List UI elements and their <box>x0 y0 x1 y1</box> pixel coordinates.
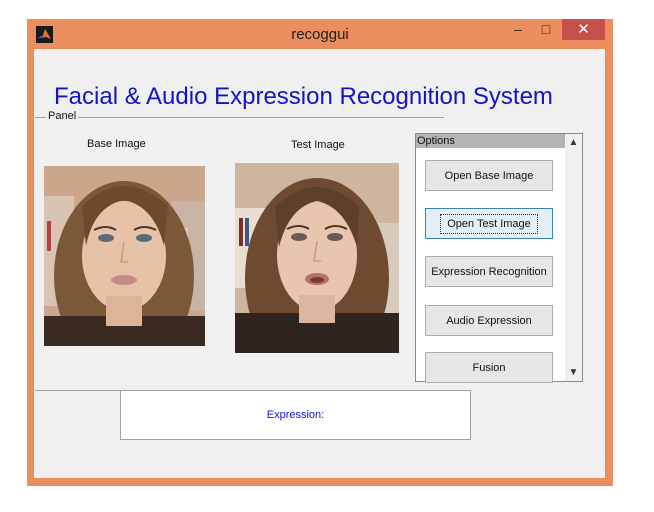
options-scrollbar[interactable]: ▲ ▼ <box>565 134 582 381</box>
options-title: Options <box>416 134 565 148</box>
open-test-image-label: Open Test Image <box>440 213 538 234</box>
title-bar[interactable]: recoggui – □ ✕ <box>27 19 613 49</box>
minimize-button[interactable]: – <box>505 19 531 40</box>
fusion-label: Fusion <box>472 361 506 374</box>
page-title: Facial & Audio Expression Recognition Sy… <box>54 83 553 110</box>
test-image <box>235 163 399 353</box>
figure-canvas: Facial & Audio Expression Recognition Sy… <box>34 49 605 478</box>
expression-label: Expression: <box>266 409 325 421</box>
open-test-image-button[interactable]: Open Test Image <box>425 208 553 239</box>
scroll-down-icon[interactable]: ▼ <box>565 367 582 378</box>
expression-recognition-button[interactable]: Expression Recognition <box>425 256 553 287</box>
app-window: recoggui – □ ✕ Facial & Audio Expression… <box>27 19 613 486</box>
audio-expression-label: Audio Expression <box>446 314 532 327</box>
scroll-up-icon[interactable]: ▲ <box>565 137 582 148</box>
expression-recognition-label: Expression Recognition <box>431 265 547 278</box>
fusion-button[interactable]: Fusion <box>425 352 553 383</box>
expression-result-box: Expression: <box>120 390 471 440</box>
audio-expression-button[interactable]: Audio Expression <box>425 305 553 336</box>
open-base-image-label: Open Base Image <box>444 169 534 182</box>
open-base-image-button[interactable]: Open Base Image <box>425 160 553 191</box>
options-panel: Options Open Base Image Open Test Image … <box>415 133 583 383</box>
test-image-label: Test Image <box>291 139 345 151</box>
maximize-button[interactable]: □ <box>533 19 559 40</box>
base-image-label: Base Image <box>87 138 146 150</box>
close-button[interactable]: ✕ <box>562 19 605 40</box>
base-image <box>44 166 205 346</box>
panel-label: Panel <box>46 110 79 122</box>
